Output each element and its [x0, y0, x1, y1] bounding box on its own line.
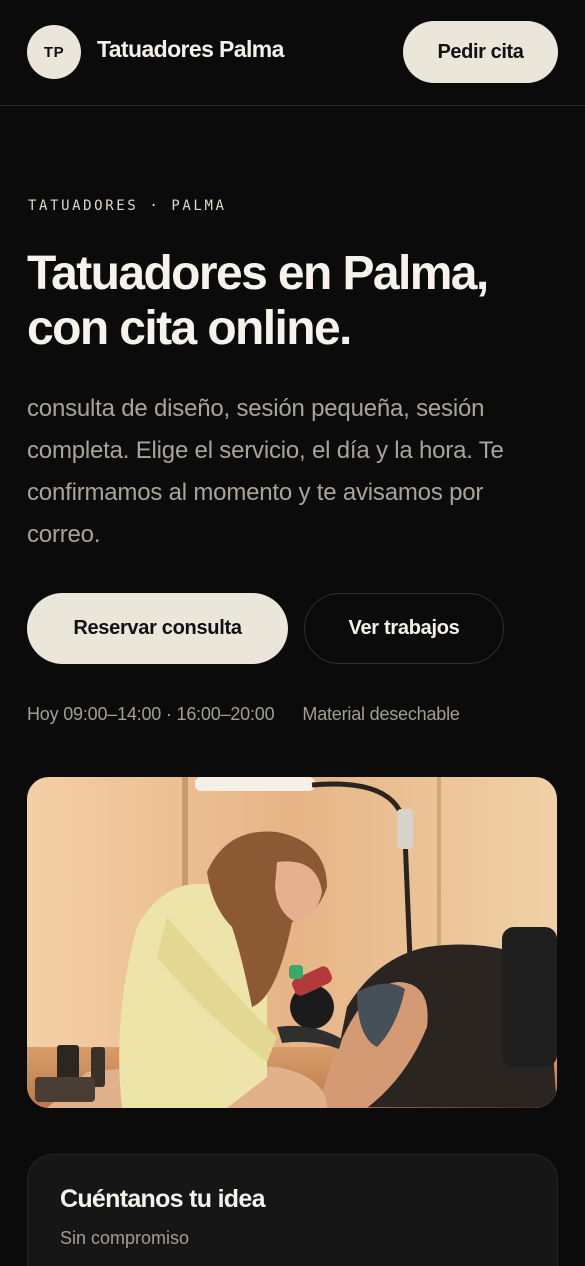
hero-photo [27, 777, 557, 1108]
pedir-cita-button[interactable]: Pedir cita [403, 21, 558, 83]
meta-info: Hoy 09:00–14:00 · 16:00–20:00 Material d… [27, 704, 460, 725]
hero-description: consulta de diseño, sesión pequeña, sesi… [27, 395, 504, 548]
feature-badge: Material desechable [302, 704, 460, 724]
brand-name[interactable]: Tatuadores Palma [97, 36, 284, 63]
card-title: Cuéntanos tu idea [60, 1185, 265, 1213]
card-subtitle: Sin compromiso [60, 1228, 190, 1248]
eyebrow-label: TATUADORES · PALMA [28, 198, 227, 214]
idea-card[interactable]: Cuéntanos tu idea Sin compromiso [27, 1154, 558, 1266]
ver-trabajos-button[interactable]: Ver trabajos [304, 593, 504, 664]
page-title: Tatuadores en Palma, con cita online. [27, 247, 489, 355]
site-header: TP Tatuadores Palma Pedir cita [0, 0, 585, 106]
logo-badge[interactable]: TP [27, 25, 81, 79]
reservar-consulta-button[interactable]: Reservar consulta [27, 593, 288, 664]
opening-hours: Hoy 09:00–14:00 · 16:00–20:00 [27, 704, 275, 724]
tattoo-artist-photo [27, 777, 557, 1108]
